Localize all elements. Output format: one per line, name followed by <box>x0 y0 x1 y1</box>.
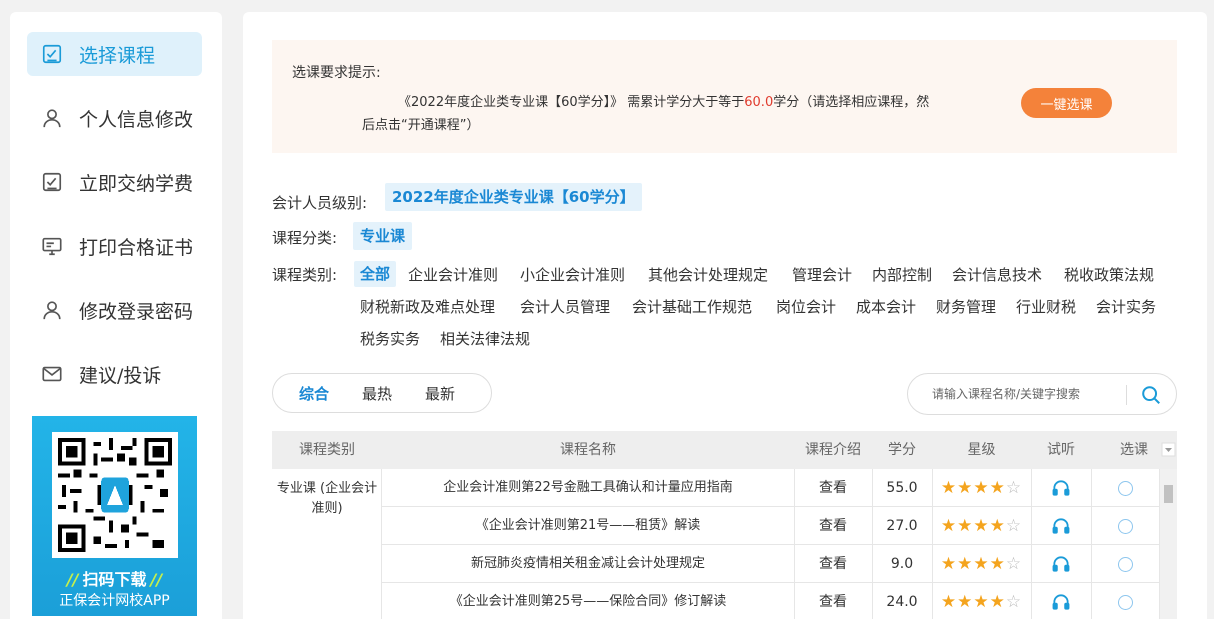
main-panel: 选课要求提示: 《2022年度企业类专业课【60学分】》 需累计学分大于等于60… <box>243 12 1207 619</box>
one-key-select-button[interactable]: 一键选课 <box>1021 88 1112 118</box>
certificate-icon <box>39 233 65 259</box>
select-radio[interactable] <box>1091 469 1159 507</box>
col-intro: 课程介绍 <box>805 442 861 458</box>
type-item[interactable]: 其他会计处理规定 <box>648 264 768 285</box>
star-rating: ★★★★☆ <box>932 507 1031 545</box>
course-name: 新冠肺炎疫情相关租金减让会计处理规定 <box>382 545 794 583</box>
tab-newest[interactable]: 最新 <box>425 383 455 404</box>
sort-tabs: 综合 最热 最新 <box>272 373 492 413</box>
course-credit: 24.0 <box>872 583 932 619</box>
table-header: 课程类别 课程名称 课程介绍 学分 星级 试听 选课 <box>272 431 1177 469</box>
select-radio[interactable] <box>1091 507 1159 545</box>
type-item[interactable]: 会计实务 <box>1096 296 1156 317</box>
person-icon <box>39 105 65 131</box>
type-item[interactable]: 税收政策法规 <box>1064 264 1154 285</box>
type-item[interactable]: 财税新政及难点处理 <box>360 296 495 317</box>
category-label: 课程分类: <box>272 229 338 247</box>
sidebar-item-feedback[interactable]: 建议/投诉 <box>27 352 202 396</box>
type-item[interactable]: 相关法律法规 <box>440 328 530 349</box>
type-item[interactable]: 全部 <box>354 261 397 287</box>
star-rating: ★★★★☆ <box>932 583 1031 619</box>
sidebar-item-label: 建议/投诉 <box>79 364 162 387</box>
qr-subtitle: 正保会计网校APP <box>59 593 170 609</box>
table-scrollbar[interactable] <box>1160 469 1177 619</box>
mail-icon <box>39 361 65 387</box>
qr-title: //扫码下载// <box>66 570 163 589</box>
sidebar-item-label: 立即交纳学费 <box>79 172 194 195</box>
type-item[interactable]: 内部控制 <box>872 264 932 285</box>
select-radio[interactable] <box>1091 545 1159 583</box>
sidebar-item-label: 个人信息修改 <box>79 108 194 131</box>
headphones-icon[interactable] <box>1031 545 1091 583</box>
notice-title: 选课要求提示: <box>292 65 381 81</box>
course-credit: 55.0 <box>872 469 932 507</box>
category-value[interactable]: 专业课 <box>353 222 413 250</box>
checkbox-icon <box>39 41 65 67</box>
headphones-icon[interactable] <box>1031 469 1091 507</box>
search-box <box>907 373 1177 415</box>
star-rating: ★★★★☆ <box>932 545 1031 583</box>
sidebar-item-label: 选择课程 <box>79 44 156 67</box>
type-item[interactable]: 小企业会计准则 <box>520 264 625 285</box>
col-stars: 星级 <box>967 442 996 458</box>
notice-body: 《2022年度企业类专业课【60学分】》 需累计学分大于等于60.0学分（请选择… <box>362 95 930 133</box>
tab-hottest[interactable]: 最热 <box>362 383 392 404</box>
search-icon[interactable] <box>1140 384 1162 406</box>
scrollbar-thumb[interactable] <box>1164 485 1173 503</box>
qr-code <box>52 432 178 558</box>
sidebar-item-label: 修改登录密码 <box>79 300 194 323</box>
type-item[interactable]: 税务实务 <box>360 328 420 349</box>
course-table: 课程类别 课程名称 课程介绍 学分 星级 试听 选课 专业课 (企业会计准则) … <box>272 431 1177 619</box>
view-link[interactable]: 查看 <box>794 583 872 619</box>
sidebar-item-password[interactable]: 修改登录密码 <box>27 288 202 332</box>
sidebar-item-certificate[interactable]: 打印合格证书 <box>27 224 202 268</box>
sidebar-item-pay[interactable]: 立即交纳学费 <box>27 160 202 204</box>
type-item[interactable]: 管理会计 <box>792 264 852 285</box>
col-listen: 试听 <box>1047 442 1075 458</box>
star-rating: ★★★★☆ <box>932 469 1031 507</box>
type-item[interactable]: 企业会计准则 <box>408 264 498 285</box>
headphones-icon[interactable] <box>1031 507 1091 545</box>
headphones-icon[interactable] <box>1031 583 1091 619</box>
level-value[interactable]: 2022年度企业类专业课【60学分】 <box>385 183 642 211</box>
type-item[interactable]: 会计人员管理 <box>520 296 610 317</box>
group-label: 专业课 (企业会计准则) <box>276 481 378 516</box>
sidebar-item-select-course[interactable]: 选择课程 <box>27 32 202 76</box>
type-item[interactable]: 会计信息技术 <box>952 264 1042 285</box>
dropdown-arrow-icon[interactable] <box>1160 441 1177 458</box>
level-label: 会计人员级别: <box>272 194 368 212</box>
view-link[interactable]: 查看 <box>794 507 872 545</box>
type-item[interactable]: 会计基础工作规范 <box>632 296 752 317</box>
app-download-banner[interactable]: //扫码下载// 正保会计网校APP <box>32 416 197 616</box>
col-name: 课程名称 <box>560 442 616 458</box>
col-credit: 学分 <box>888 442 916 458</box>
required-credits: 60.0 <box>744 95 774 110</box>
sidebar: 选择课程 个人信息修改 立即交纳学费 打印合格证书 修改登录密码 建议/投诉 /… <box>10 12 222 619</box>
course-name: 《企业会计准则第25号——保险合同》修订解读 <box>382 583 794 619</box>
course-name: 企业会计准则第22号金融工具确认和计量应用指南 <box>382 469 794 507</box>
type-item[interactable]: 行业财税 <box>1016 296 1076 317</box>
sidebar-item-profile[interactable]: 个人信息修改 <box>27 96 202 140</box>
type-item[interactable]: 财务管理 <box>936 296 996 317</box>
course-name: 《企业会计准则第21号——租赁》解读 <box>382 507 794 545</box>
tab-comprehensive[interactable]: 综合 <box>299 383 329 404</box>
select-radio[interactable] <box>1091 583 1159 619</box>
type-item[interactable]: 成本会计 <box>856 296 916 317</box>
checkbox-icon <box>39 169 65 195</box>
course-credit: 9.0 <box>872 545 932 583</box>
course-credit: 27.0 <box>872 507 932 545</box>
view-link[interactable]: 查看 <box>794 545 872 583</box>
search-divider <box>1126 385 1127 405</box>
search-input[interactable] <box>932 384 1122 404</box>
col-type: 课程类别 <box>299 442 355 458</box>
sidebar-item-label: 打印合格证书 <box>79 236 194 259</box>
type-label: 课程类别: <box>272 266 338 284</box>
course-notice: 选课要求提示: 《2022年度企业类专业课【60学分】》 需累计学分大于等于60… <box>272 40 1177 153</box>
person-icon <box>39 297 65 323</box>
type-item[interactable]: 岗位会计 <box>776 296 836 317</box>
view-link[interactable]: 查看 <box>794 469 872 507</box>
